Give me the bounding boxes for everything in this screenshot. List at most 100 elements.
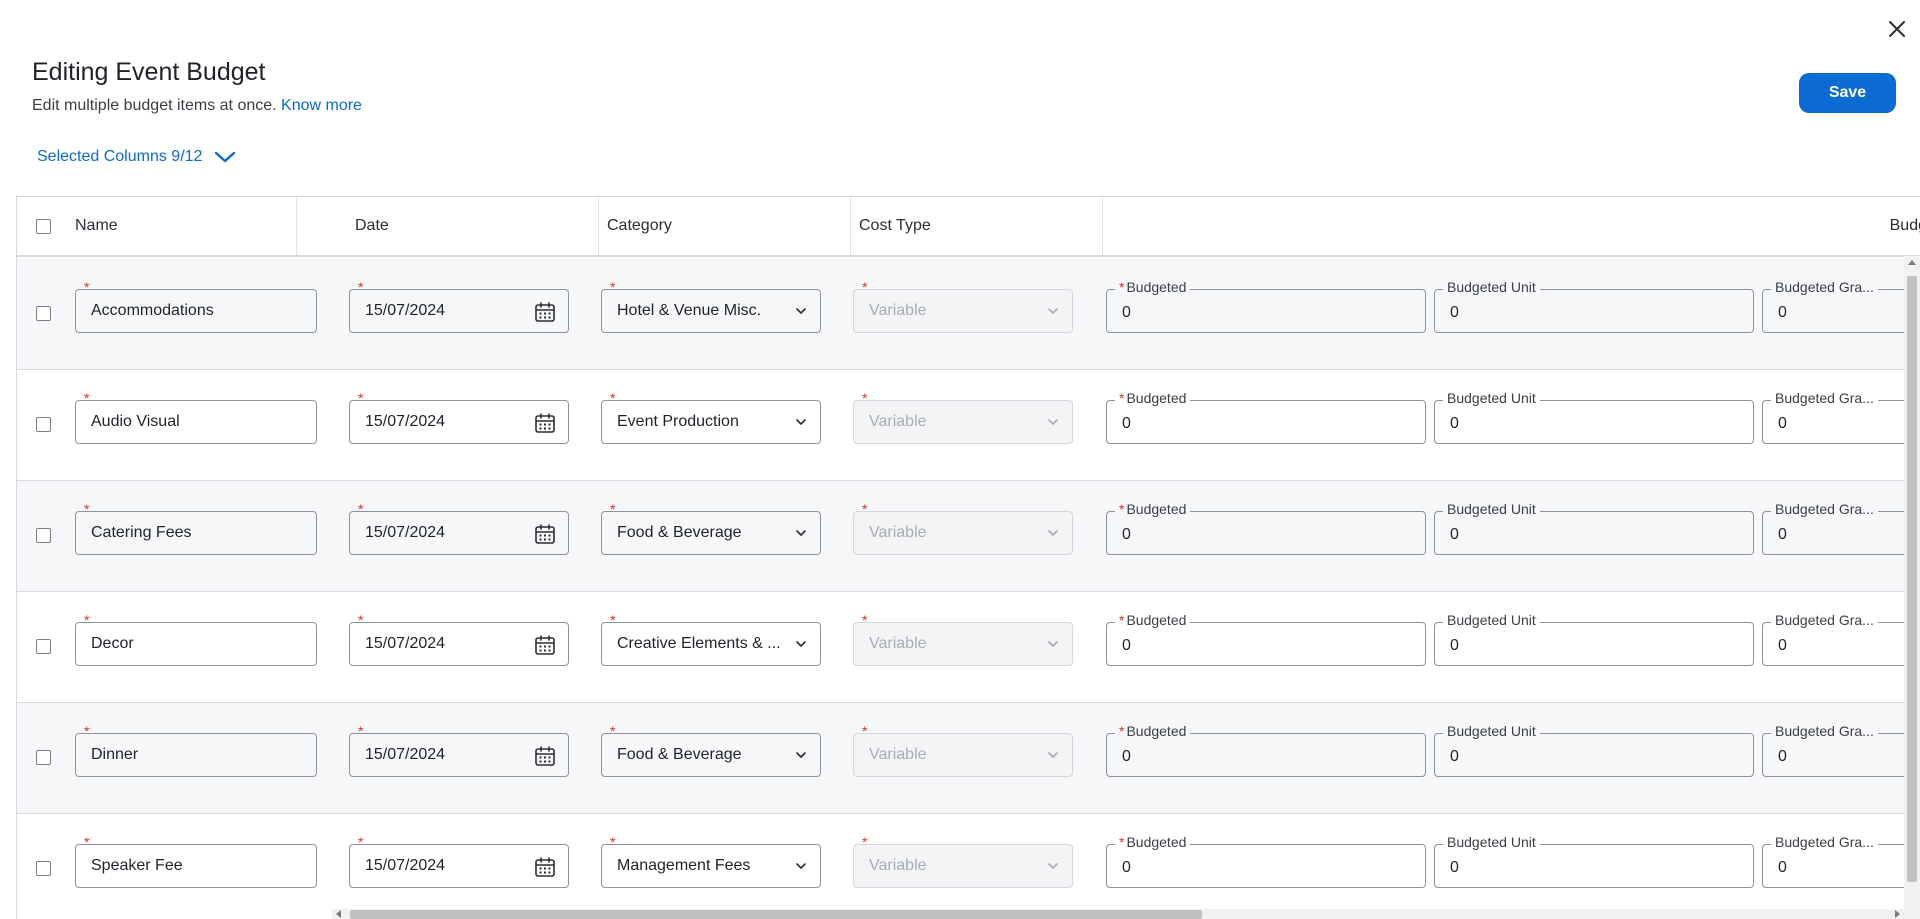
name-input[interactable]: * Accommodations bbox=[75, 280, 317, 333]
budgeted-input[interactable]: * Budgeted 0 bbox=[1106, 834, 1426, 888]
row-checkbox[interactable] bbox=[36, 639, 51, 654]
know-more-link[interactable]: Know more bbox=[281, 97, 362, 114]
budgeted-grand-label: Budgeted Gra... bbox=[1771, 612, 1878, 628]
category-select[interactable]: * Management Fees bbox=[601, 835, 821, 888]
budgeted-input[interactable]: * Budgeted 0 bbox=[1106, 390, 1426, 444]
required-marker: * bbox=[358, 390, 364, 406]
budgeted-unit-input[interactable]: Budgeted Unit 0 bbox=[1434, 834, 1754, 888]
chevron-down-icon bbox=[1048, 863, 1058, 869]
chevron-down-icon bbox=[796, 863, 806, 869]
required-marker: * bbox=[358, 279, 364, 295]
required-marker: * bbox=[610, 723, 616, 739]
close-button[interactable] bbox=[1886, 18, 1908, 40]
chevron-down-icon bbox=[796, 530, 806, 536]
header-date[interactable]: Date bbox=[347, 197, 599, 255]
required-marker: * bbox=[84, 723, 90, 739]
budgeted-grand-input[interactable]: Budgeted Gra... 0 bbox=[1762, 390, 1920, 444]
table-row: * Audio Visual * 15/07/2024 * Event Productio… bbox=[17, 370, 1920, 481]
row-checkbox[interactable] bbox=[36, 528, 51, 543]
date-input[interactable]: * 15/07/2024 bbox=[349, 502, 569, 555]
budgeted-input[interactable]: * Budgeted 0 bbox=[1106, 279, 1426, 333]
calendar-icon[interactable] bbox=[534, 412, 556, 434]
cost-type-select: * Variable bbox=[853, 613, 1073, 666]
cost-type-value: Variable bbox=[869, 635, 927, 652]
chevron-down-icon bbox=[1048, 641, 1058, 647]
cost-type-value: Variable bbox=[869, 857, 927, 874]
close-icon bbox=[1889, 21, 1905, 37]
budgeted-value: 0 bbox=[1122, 637, 1131, 654]
budgeted-unit-value: 0 bbox=[1450, 637, 1459, 654]
header-category[interactable]: Category bbox=[599, 197, 851, 255]
calendar-icon[interactable] bbox=[534, 856, 556, 878]
budgeted-unit-input[interactable]: Budgeted Unit 0 bbox=[1434, 723, 1754, 777]
cost-type-select: * Variable bbox=[853, 502, 1073, 555]
selected-columns-toggle[interactable]: Selected Columns 9/12 bbox=[37, 148, 236, 166]
budgeted-value: 0 bbox=[1122, 748, 1131, 765]
category-select[interactable]: * Food & Beverage bbox=[601, 724, 821, 777]
cost-type-value: Variable bbox=[869, 746, 927, 763]
calendar-icon[interactable] bbox=[534, 745, 556, 767]
row-checkbox[interactable] bbox=[36, 417, 51, 432]
name-input[interactable]: * Speaker Fee bbox=[75, 835, 317, 888]
name-input[interactable]: * Audio Visual bbox=[75, 391, 317, 444]
budgeted-grand-input[interactable]: Budgeted Gra... 0 bbox=[1762, 501, 1920, 555]
date-input[interactable]: * 15/07/2024 bbox=[349, 835, 569, 888]
required-marker: * bbox=[84, 612, 90, 628]
required-marker: * bbox=[862, 390, 868, 406]
required-marker: * bbox=[610, 390, 616, 406]
scroll-right-arrow-icon[interactable] bbox=[1895, 910, 1900, 918]
budgeted-grand-input[interactable]: Budgeted Gra... 0 bbox=[1762, 612, 1920, 666]
vertical-scroll-thumb[interactable] bbox=[1907, 276, 1917, 882]
budgeted-value: 0 bbox=[1122, 859, 1131, 876]
scroll-up-arrow-icon[interactable] bbox=[1908, 260, 1916, 265]
category-select[interactable]: * Creative Elements & ... bbox=[601, 613, 821, 666]
cost-type-select: * Variable bbox=[853, 280, 1073, 333]
calendar-icon[interactable] bbox=[534, 301, 556, 323]
category-select[interactable]: * Food & Beverage bbox=[601, 502, 821, 555]
budgeted-label: * Budgeted bbox=[1115, 279, 1191, 295]
budgeted-label: * Budgeted bbox=[1115, 501, 1191, 517]
category-value: Hotel & Venue Misc. bbox=[617, 302, 762, 319]
budgeted-unit-value: 0 bbox=[1450, 526, 1459, 543]
calendar-icon[interactable] bbox=[534, 523, 556, 545]
budgeted-input[interactable]: * Budgeted 0 bbox=[1106, 612, 1426, 666]
header-name[interactable]: Name bbox=[17, 197, 297, 255]
name-input[interactable]: * Catering Fees bbox=[75, 502, 317, 555]
scroll-left-arrow-icon[interactable] bbox=[336, 910, 341, 918]
budgeted-input[interactable]: * Budgeted 0 bbox=[1106, 723, 1426, 777]
calendar-icon[interactable] bbox=[534, 634, 556, 656]
horizontal-scrollbar[interactable] bbox=[332, 909, 1904, 919]
header-cost-type[interactable]: Cost Type bbox=[851, 197, 1103, 255]
cost-type-select: * Variable bbox=[853, 391, 1073, 444]
budgeted-unit-input[interactable]: Budgeted Unit 0 bbox=[1434, 501, 1754, 555]
name-input[interactable]: * Decor bbox=[75, 613, 317, 666]
budgeted-value: 0 bbox=[1122, 304, 1131, 321]
row-checkbox[interactable] bbox=[36, 306, 51, 321]
category-select[interactable]: * Hotel & Venue Misc. bbox=[601, 280, 821, 333]
row-checkbox[interactable] bbox=[36, 861, 51, 876]
budgeted-grand-value: 0 bbox=[1778, 304, 1787, 321]
date-input[interactable]: * 15/07/2024 bbox=[349, 280, 569, 333]
budgeted-grand-input[interactable]: Budgeted Gra... 0 bbox=[1762, 723, 1920, 777]
vertical-scrollbar[interactable] bbox=[1904, 256, 1920, 919]
budgeted-unit-input[interactable]: Budgeted Unit 0 bbox=[1434, 279, 1754, 333]
category-select[interactable]: * Event Production bbox=[601, 391, 821, 444]
budgeted-unit-input[interactable]: Budgeted Unit 0 bbox=[1434, 612, 1754, 666]
horizontal-scroll-thumb[interactable] bbox=[350, 910, 1202, 919]
budgeted-unit-input[interactable]: Budgeted Unit 0 bbox=[1434, 390, 1754, 444]
date-input[interactable]: * 15/07/2024 bbox=[349, 391, 569, 444]
header-budget-group[interactable]: Budg bbox=[1103, 197, 1920, 255]
budgeted-unit-label: Budgeted Unit bbox=[1443, 390, 1540, 406]
name-input[interactable]: * Dinner bbox=[75, 724, 317, 777]
save-button[interactable]: Save bbox=[1799, 73, 1896, 113]
budgeted-value: 0 bbox=[1122, 415, 1131, 432]
date-input[interactable]: * 15/07/2024 bbox=[349, 613, 569, 666]
header-budget-group-label: Budg bbox=[1889, 217, 1920, 234]
budgeted-input[interactable]: * Budgeted 0 bbox=[1106, 501, 1426, 555]
budgeted-grand-input[interactable]: Budgeted Gra... 0 bbox=[1762, 279, 1920, 333]
budgeted-grand-input[interactable]: Budgeted Gra... 0 bbox=[1762, 834, 1920, 888]
date-input[interactable]: * 15/07/2024 bbox=[349, 724, 569, 777]
required-marker: * bbox=[862, 834, 868, 850]
category-value: Food & Beverage bbox=[617, 746, 742, 763]
row-checkbox[interactable] bbox=[36, 750, 51, 765]
